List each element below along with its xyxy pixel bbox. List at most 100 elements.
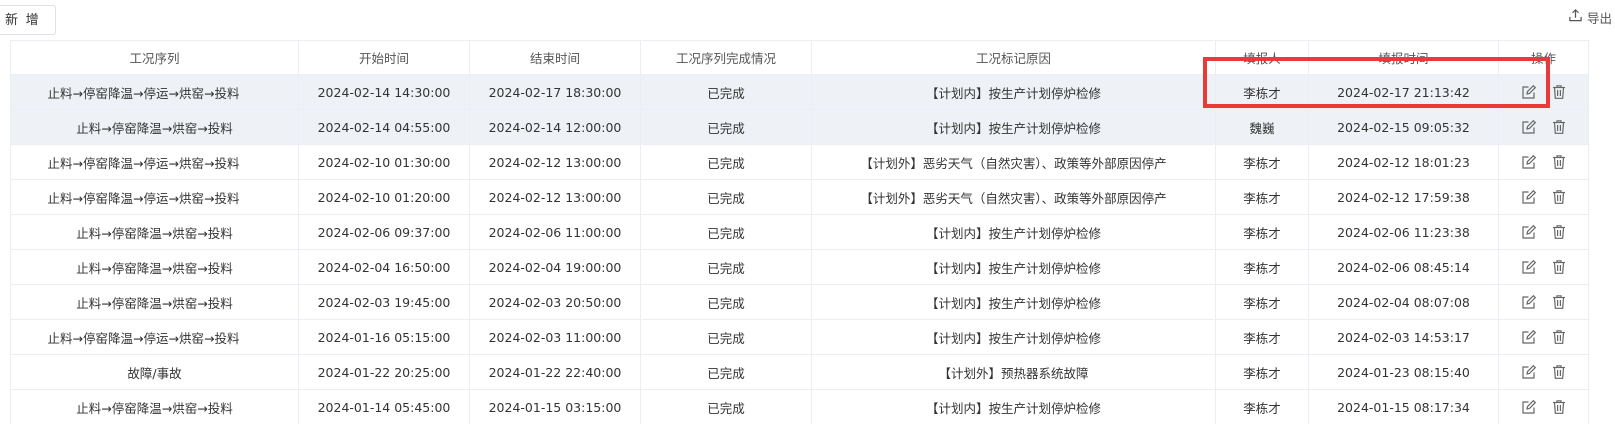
trash-icon[interactable] (1551, 259, 1567, 275)
header-reporter: 填报人 (1215, 40, 1309, 75)
table-row: 止料→停窑降温→烘窑→投料 2024-01-14 05:45:00 2024-01-… (10, 389, 1589, 424)
cell-start-time: 2024-02-10 01:20:00 (298, 179, 470, 215)
cell-report-time: 2024-02-03 14:53:17 (1308, 319, 1499, 355)
table-row: 止料→停窑降温→停运→烘窑→投料 2024-01-16 05:15:00 2024-… (10, 319, 1589, 355)
cell-status: 已完成 (640, 354, 812, 390)
trash-icon[interactable] (1551, 364, 1567, 380)
cell-sequence: 止料→停窑降温→烘窑→投料 (10, 284, 299, 320)
cell-status: 已完成 (640, 109, 812, 145)
cell-actions (1498, 179, 1589, 215)
cell-sequence: 止料→停窑降温→停运→烘窑→投料 (10, 179, 299, 215)
cell-reason: 【计划内】按生产计划停炉检修 (811, 249, 1216, 285)
cell-status: 已完成 (640, 249, 812, 285)
cell-end-time: 2024-02-03 11:00:00 (469, 319, 641, 355)
cell-status: 已完成 (640, 144, 812, 180)
trash-icon[interactable] (1551, 84, 1567, 100)
cell-actions (1498, 249, 1589, 285)
cell-sequence: 止料→停窑降温→烘窑→投料 (10, 389, 299, 424)
cell-reason: 【计划外】预热器系统故障 (811, 354, 1216, 390)
cell-reporter: 李栋才 (1215, 354, 1309, 390)
table-row: 故障/事故 2024-01-22 20:25:00 2024-01-22 22:40… (10, 354, 1589, 390)
add-button[interactable]: 新 增 (0, 5, 56, 35)
cell-actions (1498, 74, 1589, 110)
cell-end-time: 2024-02-12 13:00:00 (469, 144, 641, 180)
cell-start-time: 2024-02-03 19:45:00 (298, 284, 470, 320)
cell-start-time: 2024-01-22 20:25:00 (298, 354, 470, 390)
cell-reporter: 李栋才 (1215, 284, 1309, 320)
trash-icon[interactable] (1551, 294, 1567, 310)
edit-icon[interactable] (1521, 329, 1537, 345)
trash-icon[interactable] (1551, 154, 1567, 170)
cell-reporter: 李栋才 (1215, 249, 1309, 285)
cell-start-time: 2024-02-14 14:30:00 (298, 74, 470, 110)
export-button[interactable]: 导出 (1568, 8, 1612, 30)
cell-reason: 【计划内】按生产计划停炉检修 (811, 74, 1216, 110)
trash-icon[interactable] (1551, 329, 1567, 345)
table-row: 止料→停窑降温→烘窑→投料 2024-02-03 19:45:00 2024-02-… (10, 284, 1589, 320)
cell-end-time: 2024-02-04 19:00:00 (469, 249, 641, 285)
trash-icon[interactable] (1551, 224, 1567, 240)
cell-sequence: 故障/事故 (10, 354, 299, 390)
cell-status: 已完成 (640, 319, 812, 355)
page: 新 增 导出 工况序列 开始时间 结束时间 工况序列完成情况 工况标记原因 填报… (0, 0, 1615, 424)
cell-reporter: 李栋才 (1215, 74, 1309, 110)
cell-status: 已完成 (640, 214, 812, 250)
header-reason: 工况标记原因 (811, 40, 1216, 75)
cell-end-time: 2024-02-14 12:00:00 (469, 109, 641, 145)
cell-sequence: 止料→停窑降温→停运→烘窑→投料 (10, 319, 299, 355)
cell-actions (1498, 214, 1589, 250)
cell-report-time: 2024-02-15 09:05:32 (1308, 109, 1499, 145)
edit-icon[interactable] (1521, 294, 1537, 310)
cell-actions (1498, 284, 1589, 320)
cell-report-time: 2024-01-23 08:15:40 (1308, 354, 1499, 390)
edit-icon[interactable] (1521, 259, 1537, 275)
cell-start-time: 2024-01-14 05:45:00 (298, 389, 470, 424)
table-row: 止料→停窑降温→烘窑→投料 2024-02-14 04:55:00 2024-02-… (10, 109, 1589, 145)
cell-end-time: 2024-01-15 03:15:00 (469, 389, 641, 424)
edit-icon[interactable] (1521, 364, 1537, 380)
edit-icon[interactable] (1521, 189, 1537, 205)
cell-start-time: 2024-02-14 04:55:00 (298, 109, 470, 145)
upload-icon (1568, 8, 1583, 30)
edit-icon[interactable] (1521, 154, 1537, 170)
cell-actions (1498, 354, 1589, 390)
cell-start-time: 2024-01-16 05:15:00 (298, 319, 470, 355)
cell-status: 已完成 (640, 74, 812, 110)
cell-reason: 【计划外】恶劣天气（自然灾害）、政策等外部原因停产 (811, 144, 1216, 180)
cell-sequence: 止料→停窑降温→烘窑→投料 (10, 249, 299, 285)
cell-start-time: 2024-02-04 16:50:00 (298, 249, 470, 285)
edit-icon[interactable] (1521, 224, 1537, 240)
cell-status: 已完成 (640, 179, 812, 215)
cell-reporter: 李栋才 (1215, 389, 1309, 424)
trash-icon[interactable] (1551, 189, 1567, 205)
header-sequence: 工况序列 (10, 40, 299, 75)
header-status: 工况序列完成情况 (640, 40, 812, 75)
trash-icon[interactable] (1551, 399, 1567, 415)
header-end-time: 结束时间 (469, 40, 641, 75)
cell-end-time: 2024-02-17 18:30:00 (469, 74, 641, 110)
cell-reason: 【计划内】按生产计划停炉检修 (811, 319, 1216, 355)
table-row: 止料→停窑降温→停运→烘窑→投料 2024-02-10 01:30:00 2024-… (10, 144, 1589, 180)
cell-report-time: 2024-02-12 17:59:38 (1308, 179, 1499, 215)
cell-status: 已完成 (640, 284, 812, 320)
cell-report-time: 2024-02-06 08:45:14 (1308, 249, 1499, 285)
cell-sequence: 止料→停窑降温→烘窑→投料 (10, 109, 299, 145)
table-row: 止料→停窑降温→烘窑→投料 2024-02-06 09:37:00 2024-02-… (10, 214, 1589, 250)
table-body: 止料→停窑降温→停运→烘窑→投料 2024-02-14 14:30:00 2024-… (10, 74, 1589, 424)
table-header-row: 工况序列 开始时间 结束时间 工况序列完成情况 工况标记原因 填报人 填报时间 … (10, 40, 1589, 75)
cell-end-time: 2024-02-03 20:50:00 (469, 284, 641, 320)
cell-end-time: 2024-01-22 22:40:00 (469, 354, 641, 390)
toolbar: 新 增 导出 (0, 0, 1615, 40)
cell-sequence: 止料→停窑降温→停运→烘窑→投料 (10, 144, 299, 180)
cell-actions (1498, 144, 1589, 180)
trash-icon[interactable] (1551, 119, 1567, 135)
edit-icon[interactable] (1521, 399, 1537, 415)
cell-status: 已完成 (640, 389, 812, 424)
cell-actions (1498, 319, 1589, 355)
cell-reporter: 李栋才 (1215, 144, 1309, 180)
cell-reporter: 李栋才 (1215, 179, 1309, 215)
edit-icon[interactable] (1521, 84, 1537, 100)
table-row: 止料→停窑降温→停运→烘窑→投料 2024-02-14 14:30:00 2024-… (10, 74, 1589, 110)
cell-reporter: 李栋才 (1215, 214, 1309, 250)
edit-icon[interactable] (1521, 119, 1537, 135)
